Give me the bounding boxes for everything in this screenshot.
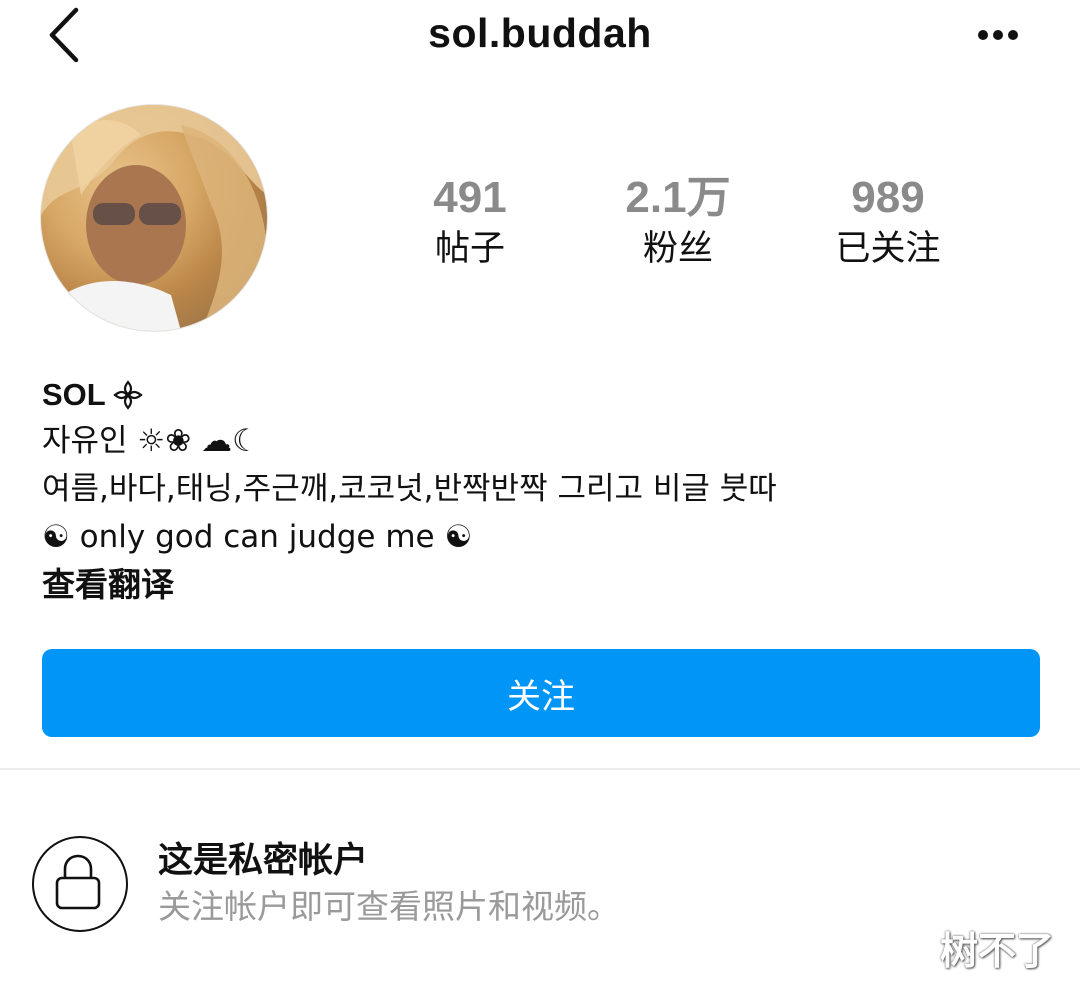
- more-options-button[interactable]: [966, 18, 1030, 54]
- stat-posts-value: 491: [433, 173, 507, 222]
- bio-line-3: ☯ only god can judge me ☯: [42, 519, 473, 555]
- top-bar: sol.buddah: [0, 0, 1080, 80]
- stat-followers-value: 2.1万: [625, 173, 731, 222]
- stat-following[interactable]: 989 已关注: [798, 172, 978, 272]
- private-account-description: 关注帐户即可查看照片和视频。: [158, 887, 620, 926]
- profile-avatar[interactable]: [41, 105, 267, 331]
- stat-followers[interactable]: 2.1万 粉丝: [588, 172, 768, 272]
- avatar-photo: [41, 105, 267, 331]
- flower-outline-icon: [112, 380, 143, 410]
- watermark-text: 树不了: [940, 929, 1055, 973]
- bio-line-1: 자유인 ☼❀ ☁☾: [42, 423, 260, 459]
- bio-name-row: SOL: [42, 373, 1042, 417]
- profile-bio: SOL 자유인 ☼❀ ☁☾ 여름,바다,태닝,주근깨,코코넛,반짝반짝 그리고 …: [42, 373, 1042, 609]
- follow-button-label: 关注: [507, 676, 575, 717]
- stat-followers-label: 粉丝: [642, 229, 713, 269]
- stat-following-value: 989: [851, 173, 925, 222]
- stat-posts[interactable]: 491 帖子: [380, 172, 560, 272]
- bio-line-2: 여름,바다,태닝,주근깨,코코넛,반짝반짝 그리고 비글 붓따: [42, 471, 777, 507]
- private-account-title: 这是私密帐户: [158, 841, 369, 881]
- bio-display-name: SOL: [42, 377, 106, 412]
- follow-button[interactable]: 关注: [42, 649, 1040, 737]
- see-translation-link[interactable]: 查看翻译: [42, 561, 1042, 609]
- stat-following-label: 已关注: [835, 229, 941, 269]
- profile-username: sol.buddah: [428, 10, 652, 56]
- more-horizontal-icon: [978, 30, 1018, 40]
- stat-posts-label: 帖子: [434, 229, 505, 269]
- section-divider: [0, 768, 1080, 770]
- lock-icon: [32, 836, 128, 932]
